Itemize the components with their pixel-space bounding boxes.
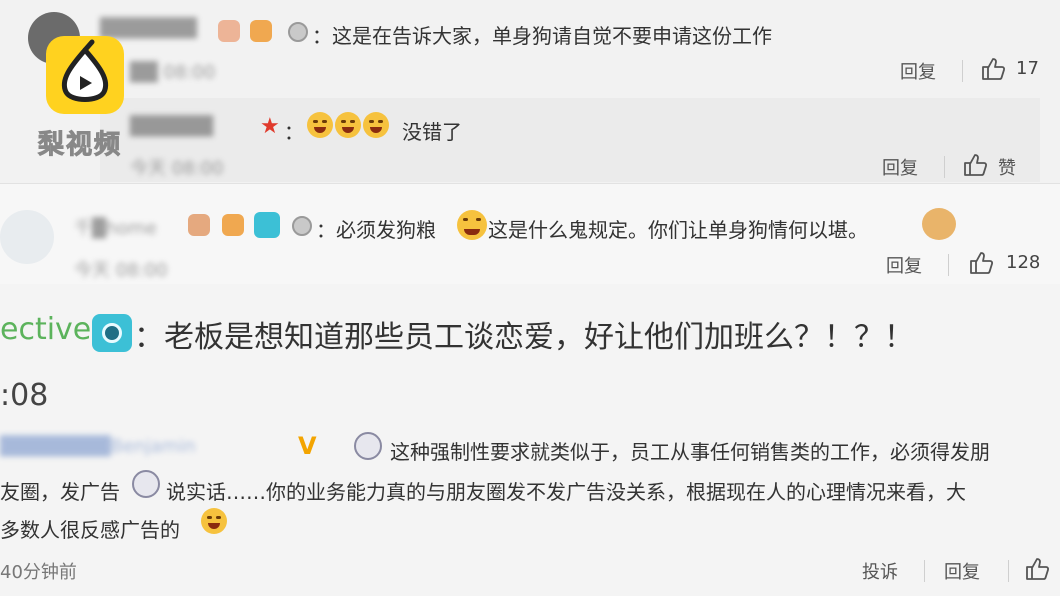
level-badge-icon: [188, 214, 210, 236]
fan-badge-icon: [222, 214, 244, 236]
reply-username[interactable]: ██████: [130, 116, 213, 137]
comment-text: ：老板是想知道那些员工谈恋爱，好让他们加班么？！？！: [134, 320, 914, 355]
smirk-emoji-icon: [456, 210, 488, 240]
divider: [1008, 560, 1009, 582]
fan-badge-icon: [250, 20, 272, 42]
shocked-emoji-icon: [354, 432, 382, 460]
username[interactable]: ective: [0, 312, 91, 347]
divider: [924, 560, 925, 582]
comment-text-line: 友圈，发广告: [0, 480, 120, 504]
comment-time: 今天 08:00: [74, 260, 168, 281]
like-count: 128: [1006, 252, 1041, 273]
shrug-emoji-icon: [200, 508, 228, 534]
thumbs-up-icon[interactable]: [968, 250, 994, 276]
reply-time: 今天 08:00: [130, 158, 224, 179]
report-button[interactable]: 投诉: [862, 558, 898, 584]
username[interactable]: ████████Benjamin: [0, 436, 196, 457]
reply-button[interactable]: 回复: [886, 252, 922, 278]
thumbs-up-icon[interactable]: [1024, 556, 1050, 582]
divider: [948, 254, 949, 276]
comment-text-line: 多数人很反感广告的: [0, 518, 180, 542]
reply-button[interactable]: 回复: [900, 58, 936, 84]
comment-time: ██ 08:00: [130, 62, 216, 83]
reply-button[interactable]: 回复: [944, 558, 980, 584]
camera-icon: [92, 314, 132, 352]
pear-video-logo: [46, 36, 124, 114]
username[interactable]: 千█home: [74, 214, 157, 240]
divider: [944, 156, 945, 178]
comment-text: ：必须发狗粮: [316, 218, 436, 242]
laughing-emoji-icon: [306, 112, 390, 138]
verified-icon: V: [298, 432, 317, 460]
comment-text-continued: 这是什么鬼规定。你们让单身狗情何以堪。: [488, 218, 868, 242]
comment-text-line: 这种强制性要求就类似于，员工从事任何销售类的工作，必须得发朋: [390, 440, 990, 464]
reply-text: 没错了: [402, 120, 462, 144]
avatar[interactable]: [0, 210, 54, 264]
logo-text: 梨视频: [37, 130, 123, 161]
comment-time: :08: [0, 378, 49, 413]
like-label: 赞: [998, 158, 1016, 179]
thumbs-up-icon[interactable]: [980, 56, 1006, 82]
star-icon: ★: [260, 114, 280, 139]
like-count: 17: [1016, 58, 1039, 79]
comment-text: ：这是在告诉大家，单身狗请自觉不要申请这份工作: [312, 24, 772, 48]
cat-emoji-icon: [922, 208, 956, 240]
level-badge-icon: [218, 20, 240, 42]
divider: [962, 60, 963, 82]
comment-time: 40分钟前: [0, 562, 77, 583]
medal-icon: [288, 22, 308, 42]
thumbs-up-icon[interactable]: [962, 152, 988, 178]
comment-text-line: 说实话……你的业务能力真的与朋友圈发不发广告没关系，根据现在人的心理情况来看，大: [166, 480, 966, 504]
medal-icon: [292, 216, 312, 236]
camera-icon: [254, 212, 280, 238]
reply-button[interactable]: 回复: [882, 154, 918, 180]
shocked-emoji-icon: [132, 470, 160, 498]
